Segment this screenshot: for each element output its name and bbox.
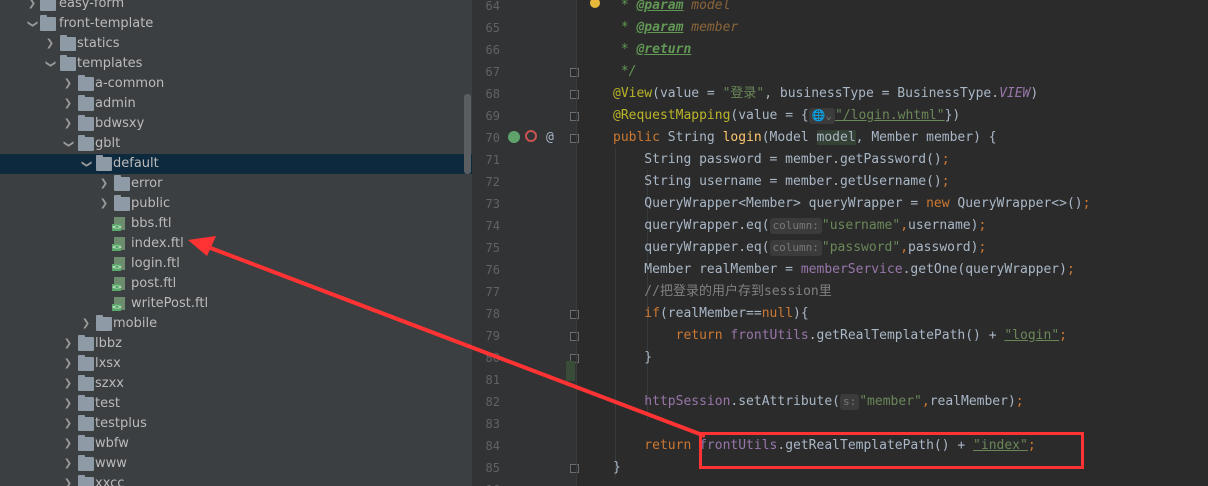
annotation-arrow [188,236,706,438]
arrow-shaft [199,242,706,438]
arrow-head [188,236,216,256]
